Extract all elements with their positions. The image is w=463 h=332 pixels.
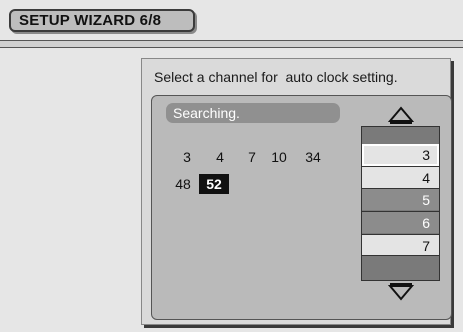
wizard-title: SETUP WIZARD 6/8 — [9, 9, 195, 32]
found-channel-34[interactable]: 34 — [302, 149, 324, 165]
header-divider — [0, 40, 463, 48]
triangle-down-icon[interactable] — [388, 283, 414, 301]
channel-list-item[interactable]: 7 — [362, 234, 439, 256]
found-channel-52-selected[interactable]: 52 — [199, 174, 229, 194]
channel-list-item-current[interactable]: 3 — [362, 144, 439, 166]
triangle-up-icon[interactable] — [388, 106, 414, 124]
found-channel-48[interactable]: 48 — [172, 176, 194, 192]
instruction-text: Select a channel for auto clock setting. — [154, 69, 398, 85]
found-channel-7[interactable]: 7 — [245, 149, 259, 165]
channel-list-item[interactable]: 5 — [362, 188, 439, 210]
channel-list[interactable]: 3 4 5 6 7 — [361, 126, 440, 281]
status-bar: Searching. — [166, 103, 340, 123]
found-channel-3[interactable]: 3 — [180, 149, 194, 165]
channel-list-item[interactable]: 4 — [362, 166, 439, 188]
found-channel-10[interactable]: 10 — [268, 149, 290, 165]
channel-list-item[interactable]: 6 — [362, 211, 439, 233]
found-channel-4[interactable]: 4 — [213, 149, 227, 165]
